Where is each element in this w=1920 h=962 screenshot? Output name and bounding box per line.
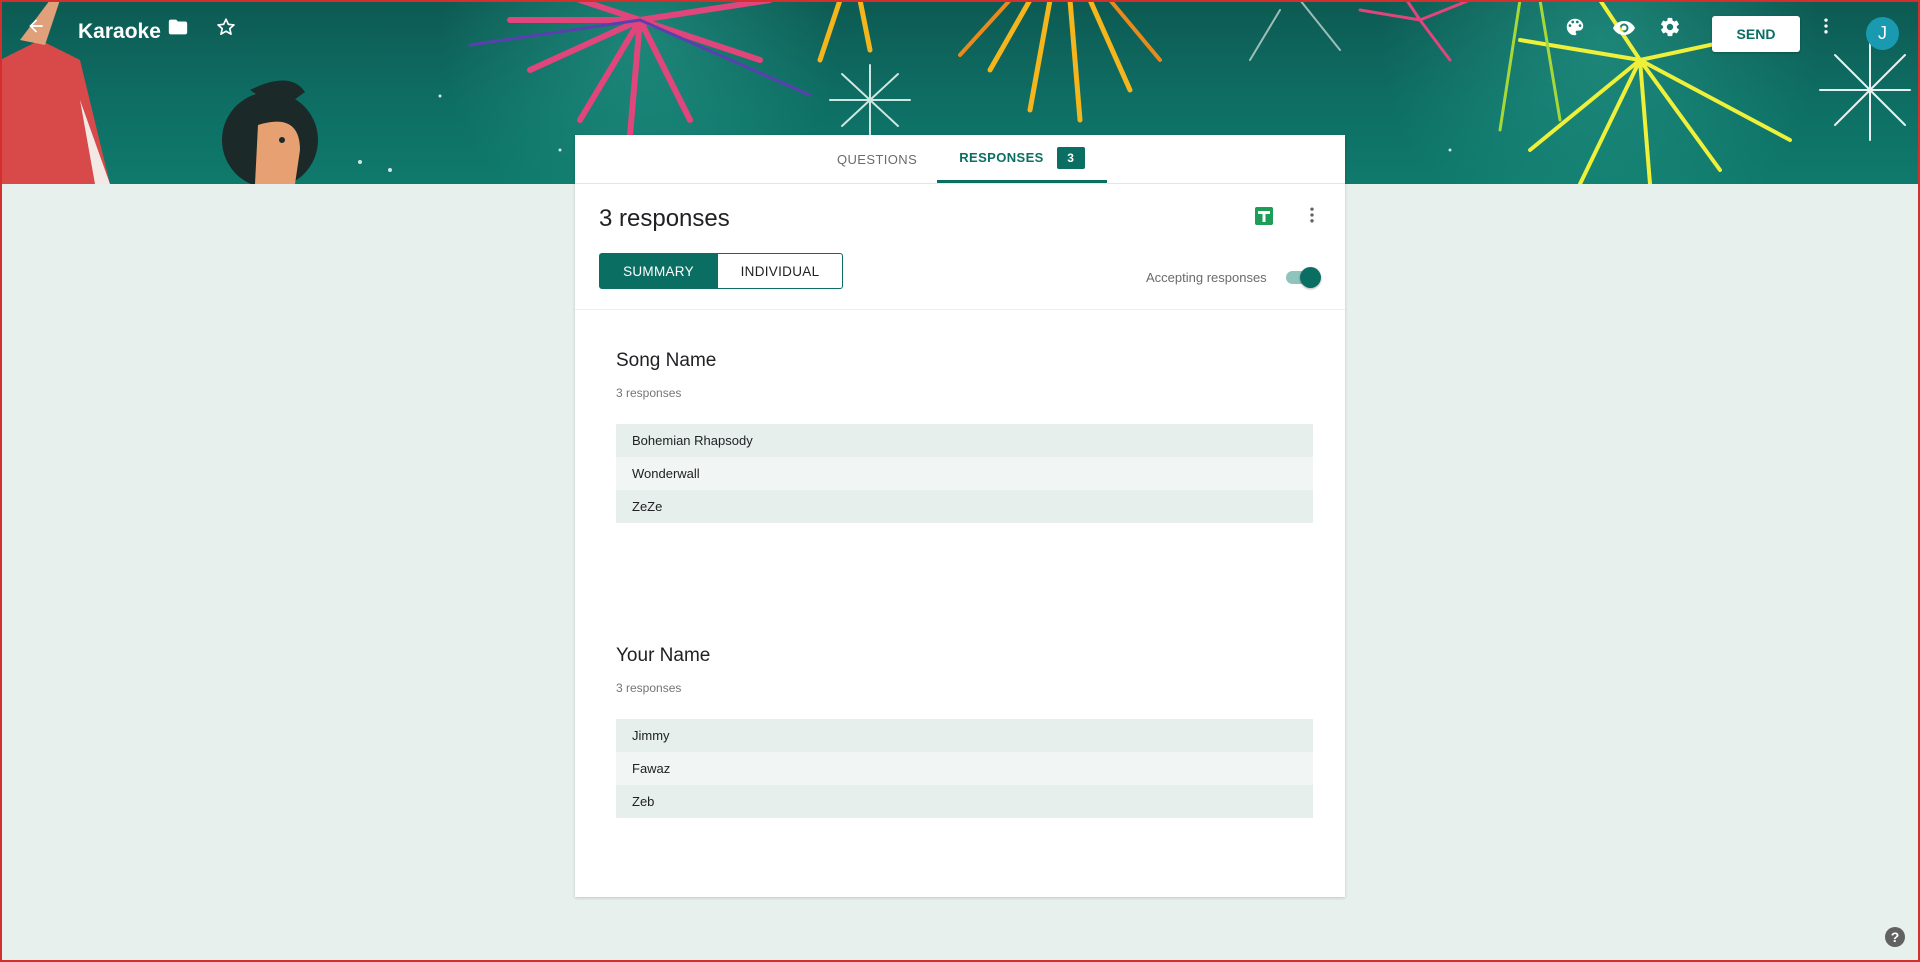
settings-button[interactable] <box>1659 16 1695 52</box>
tab-responses-label: RESPONSES <box>959 150 1044 165</box>
star-icon <box>217 18 235 35</box>
view-toggle: SUMMARY INDIVIDUAL <box>599 253 843 289</box>
question-response-count: 3 responses <box>616 681 682 695</box>
answer-row: ZeZe <box>616 490 1313 523</box>
star-button[interactable] <box>215 16 251 52</box>
responses-header: 3 responses SUMMARY INDIVIDUAL Accepting… <box>575 183 1345 310</box>
tab-responses[interactable]: RESPONSES 3 <box>937 135 1107 183</box>
question-title: Your Name <box>616 645 711 666</box>
answer-row: Jimmy <box>616 719 1313 752</box>
palette-icon <box>1566 18 1584 36</box>
more-vert-icon <box>1310 207 1314 223</box>
create-spreadsheet-button[interactable] <box>1254 206 1274 231</box>
folder-icon <box>168 19 188 35</box>
answers-list: Jimmy Fawaz Zeb <box>616 719 1313 818</box>
help-button[interactable]: ? <box>1885 927 1905 947</box>
question-summary: Your Name 3 responses Jimmy Fawaz Zeb <box>616 645 1313 818</box>
form-title[interactable]: Karaoke <box>78 20 161 44</box>
back-button[interactable] <box>26 16 62 52</box>
accepting-responses-toggle[interactable] <box>1284 266 1322 288</box>
more-vert-icon <box>1824 18 1828 34</box>
summary-button[interactable]: SUMMARY <box>599 253 718 289</box>
question-response-count: 3 responses <box>616 386 682 400</box>
answer-row: Zeb <box>616 785 1313 818</box>
send-button[interactable]: SEND <box>1712 16 1800 52</box>
responses-count-badge: 3 <box>1056 146 1085 169</box>
more-options-button[interactable] <box>1816 16 1852 52</box>
sheets-icon <box>1255 207 1273 225</box>
tab-questions[interactable]: QUESTIONS <box>837 135 917 183</box>
accepting-responses-label: Accepting responses <box>1146 270 1267 285</box>
avatar[interactable]: J <box>1866 17 1899 50</box>
arrow-back-icon <box>29 19 43 33</box>
form-tabs: QUESTIONS RESPONSES 3 <box>575 135 1345 184</box>
answer-row: Fawaz <box>616 752 1313 785</box>
individual-button[interactable]: INDIVIDUAL <box>718 253 843 289</box>
answer-row: Bohemian Rhapsody <box>616 424 1313 457</box>
gear-icon <box>1661 17 1679 37</box>
top-app-bar: Karaoke SEND J <box>0 0 1920 68</box>
question-summary: Song Name 3 responses Bohemian Rhapsody … <box>616 350 1313 523</box>
customize-theme-button[interactable] <box>1564 16 1600 52</box>
responses-card: QUESTIONS RESPONSES 3 3 responses SUMMAR… <box>575 135 1345 897</box>
question-title: Song Name <box>616 350 717 371</box>
answers-list: Bohemian Rhapsody Wonderwall ZeZe <box>616 424 1313 523</box>
move-to-folder-button[interactable] <box>167 16 203 52</box>
answer-row: Wonderwall <box>616 457 1313 490</box>
responses-more-button[interactable] <box>1302 205 1322 230</box>
toggle-knob <box>1300 267 1321 288</box>
eye-icon <box>1613 21 1635 35</box>
preview-button[interactable] <box>1612 16 1648 52</box>
responses-count-heading: 3 responses <box>599 205 730 232</box>
